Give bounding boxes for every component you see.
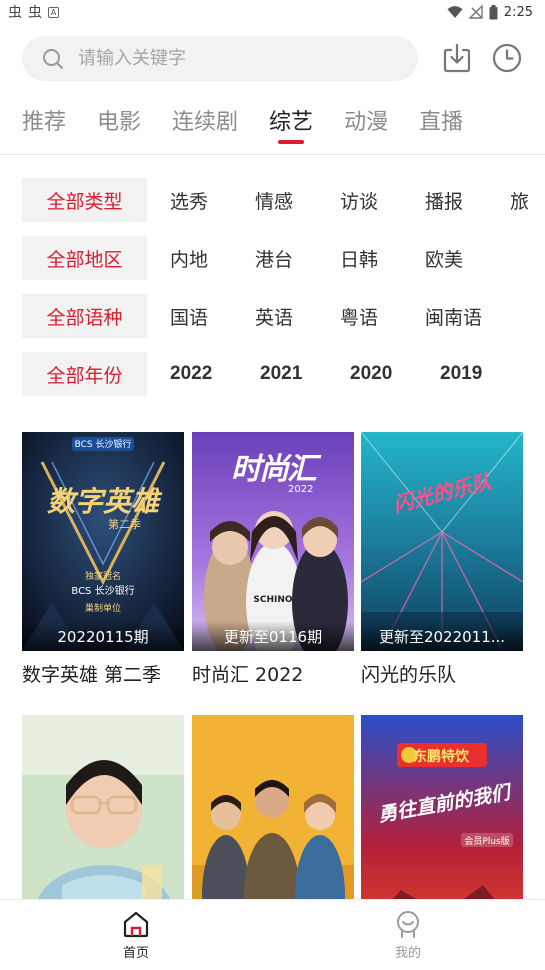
download-icon [443,43,471,73]
poster-note: 独家冠名 [84,572,121,582]
filter-option[interactable]: 日韩 [340,245,402,272]
filter-option[interactable]: 选秀 [170,187,232,214]
nav-home-label: 首页 [122,946,149,961]
bug-icon: 虫 [28,5,42,21]
poster-brand: BCS 长沙银行 [74,440,132,450]
filter-option[interactable]: 国语 [170,303,232,330]
search-input[interactable] [78,48,378,69]
home-icon [123,911,149,938]
search-icon [43,48,63,69]
poster-image: SCHINO 时尚汇 2022 更新至0116期 [192,432,354,651]
filter-region-all[interactable]: 全部地区 [22,236,147,280]
tab-live[interactable]: 直播 [419,104,463,144]
filter-option[interactable]: 旅 [510,187,545,214]
filter-row-region: 全部地区 内地 港台 日韩 欧美 [22,236,487,280]
show-card[interactable]: 闪光的乐队 更新至2022011... 闪光的乐队 [361,432,523,687]
card-title: 数字英雄 第二季 [22,664,162,686]
card-title: 时尚汇 2022 [192,664,304,686]
keyboard-badge-icon: A [48,6,59,18]
poster-image: 闪光的乐队 更新至2022011... [361,432,523,651]
tab-series[interactable]: 连续剧 [172,104,238,144]
filter-option[interactable]: 英语 [255,303,317,330]
filter-language-all[interactable]: 全部语种 [22,294,147,338]
filter-option[interactable]: 情感 [255,187,317,214]
tab-recommend[interactable]: 推荐 [22,104,66,144]
filter-option[interactable]: 播报 [425,187,487,214]
tab-movie[interactable]: 电影 [97,104,141,144]
clock-icon [492,43,522,73]
filter-option[interactable]: 内地 [170,245,232,272]
filter-year-all[interactable]: 全部年份 [22,352,147,396]
card-title: 闪光的乐队 [361,664,457,686]
show-card[interactable]: SCHINO 时尚汇 2022 更新至0116期 时尚汇 2022 [192,432,354,687]
filter-option[interactable]: 2021 [260,363,322,385]
history-button[interactable] [490,41,524,75]
tab-variety[interactable]: 综艺 [269,104,313,144]
status-right: 2:25 [447,4,533,20]
filter-option[interactable]: 2019 [440,363,502,385]
download-button[interactable] [440,41,474,75]
nav-home[interactable]: 首页 [0,900,272,970]
category-tabs: 推荐 电影 连续剧 综艺 动漫 直播 [22,104,494,144]
nav-mine[interactable]: 我的 [272,900,544,970]
filter-type-all[interactable]: 全部类型 [22,178,147,222]
search-header [22,36,523,81]
filter-option[interactable]: 访谈 [340,187,402,214]
poster-subtitle: 会员Plus版 [464,837,510,847]
search-box[interactable] [22,36,418,81]
status-left: 虫 虫 A [8,2,59,22]
poster-brand-secondary: BCS 长沙银行 [71,586,135,597]
filter-option[interactable]: 粤语 [340,303,402,330]
svg-text:SCHINO: SCHINO [253,595,293,605]
poster-brand: 东鹏特饮 [413,749,469,765]
poster-subtitle: 第二季 [108,518,141,531]
poster-image: BCS 长沙银行 数字英雄 第二季 独家冠名 BCS 长沙银行 巢制单位 202… [22,432,184,651]
poster-title: 时尚汇 [231,452,317,487]
clock-time: 2:25 [503,4,533,20]
episode-badge: 更新至0116期 [192,621,354,651]
tab-anime[interactable]: 动漫 [344,104,388,144]
filter-row-year: 全部年份 2022 2021 2020 2019 [22,352,502,396]
status-bar: 虫 虫 A 2:25 [0,0,545,24]
filter-row-language: 全部语种 国语 英语 粤语 闽南语 [22,294,505,338]
filter-option[interactable]: 2020 [350,363,412,385]
filter-option[interactable]: 港台 [255,245,317,272]
profile-icon [397,911,419,938]
bug-icon: 虫 [8,5,22,21]
filter-option[interactable]: 2022 [170,363,232,385]
filter-option[interactable]: 欧美 [425,245,487,272]
show-card[interactable]: BCS 长沙银行 数字英雄 第二季 独家冠名 BCS 长沙银行 巢制单位 202… [22,432,184,687]
episode-badge: 20220115期 [22,621,184,651]
active-tab-indicator [278,140,305,144]
no-signal-icon [468,5,483,19]
poster-title: 数字英雄 [46,485,159,518]
wifi-icon [447,6,463,18]
poster-subtitle: 2022 [288,484,314,495]
tab-variety-label: 综艺 [269,110,314,135]
battery-icon [489,4,498,19]
episode-badge: 更新至2022011... [361,621,523,651]
nav-mine-label: 我的 [394,946,421,961]
bottom-nav: 首页 我的 [0,899,545,970]
tabs-divider [0,154,545,155]
poster-note: 巢制单位 [84,604,121,614]
filter-option[interactable]: 闽南语 [425,303,505,330]
filter-row-type: 全部类型 选秀 情感 访谈 播报 旅 [22,178,545,222]
